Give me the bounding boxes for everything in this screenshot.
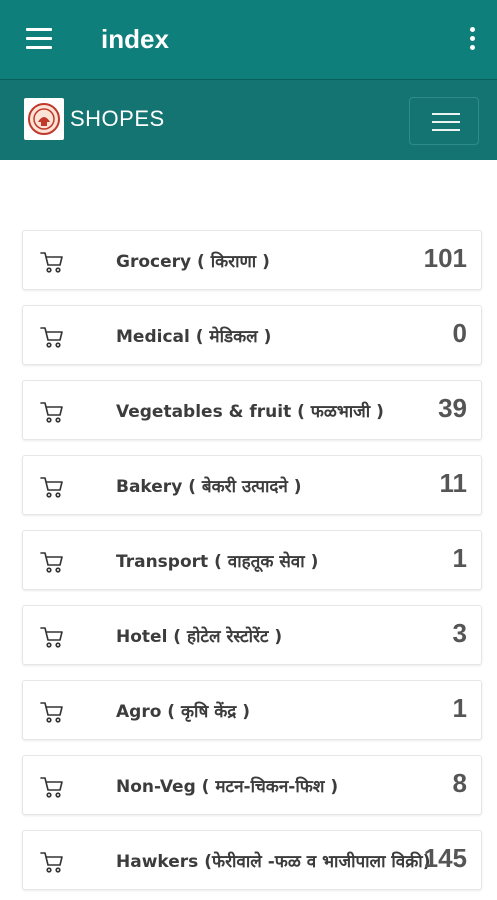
category-item[interactable]: Non-Veg ( मटन-चिकन-फिश ) 8 [22, 755, 482, 815]
category-count: 1 [452, 543, 467, 573]
brand-name[interactable]: SHOPES [70, 106, 165, 132]
category-label: Grocery ( किराणा ) [116, 252, 270, 272]
cart-icon [39, 549, 65, 575]
menu-icon[interactable] [26, 28, 54, 50]
category-count: 11 [439, 468, 468, 498]
cart-icon [39, 624, 65, 650]
category-count: 0 [452, 318, 467, 348]
cart-icon [39, 849, 65, 875]
logo-icon[interactable] [24, 98, 64, 140]
category-item[interactable]: Agro ( कृषि केंद्र ) 1 [22, 680, 482, 740]
category-item[interactable]: Vegetables & fruit ( फळभाजी ) 39 [22, 380, 482, 440]
category-item[interactable]: Hawkers (फेरीवाले -फळ व भाजीपाला विक्री)… [22, 830, 482, 890]
category-count: 8 [452, 768, 467, 798]
category-label: Hawkers (फेरीवाले -फळ व भाजीपाला विक्री) [116, 852, 431, 872]
category-label: Vegetables & fruit ( फळभाजी ) [116, 402, 384, 422]
category-label: Non-Veg ( मटन-चिकन-फिश ) [116, 777, 339, 797]
category-item[interactable]: Grocery ( किराणा ) 101 [22, 230, 482, 290]
more-vertical-icon[interactable] [466, 27, 478, 51]
category-count: 39 [438, 393, 467, 423]
category-item[interactable]: Medical ( मेडिकल ) 0 [22, 305, 482, 365]
category-count: 145 [423, 843, 467, 873]
navbar-toggle-button[interactable] [409, 97, 479, 145]
category-label: Hotel ( होटेल रेस्टोरेंट ) [116, 627, 283, 647]
category-count: 1 [452, 693, 467, 723]
category-item[interactable]: Hotel ( होटेल रेस्टोरेंट ) 3 [22, 605, 482, 665]
category-count: 3 [452, 618, 467, 648]
category-label: Medical ( मेडिकल ) [116, 327, 272, 347]
category-label: Transport ( वाहतूक सेवा ) [116, 552, 319, 572]
cart-icon [39, 474, 65, 500]
category-item[interactable]: Bakery ( बेकरी उत्पादने ) 11 [22, 455, 482, 515]
navbar: SHOPES [0, 79, 497, 160]
cart-icon [39, 774, 65, 800]
cart-icon [39, 324, 65, 350]
page-title: index [101, 24, 169, 54]
category-count: 101 [423, 243, 467, 273]
cart-icon [39, 699, 65, 725]
category-label: Bakery ( बेकरी उत्पादने ) [116, 477, 302, 497]
category-item[interactable]: Transport ( वाहतूक सेवा ) 1 [22, 530, 482, 590]
cart-icon [39, 399, 65, 425]
category-label: Agro ( कृषि केंद्र ) [116, 702, 250, 722]
app-bar: index [0, 0, 497, 79]
cart-icon [39, 249, 65, 275]
